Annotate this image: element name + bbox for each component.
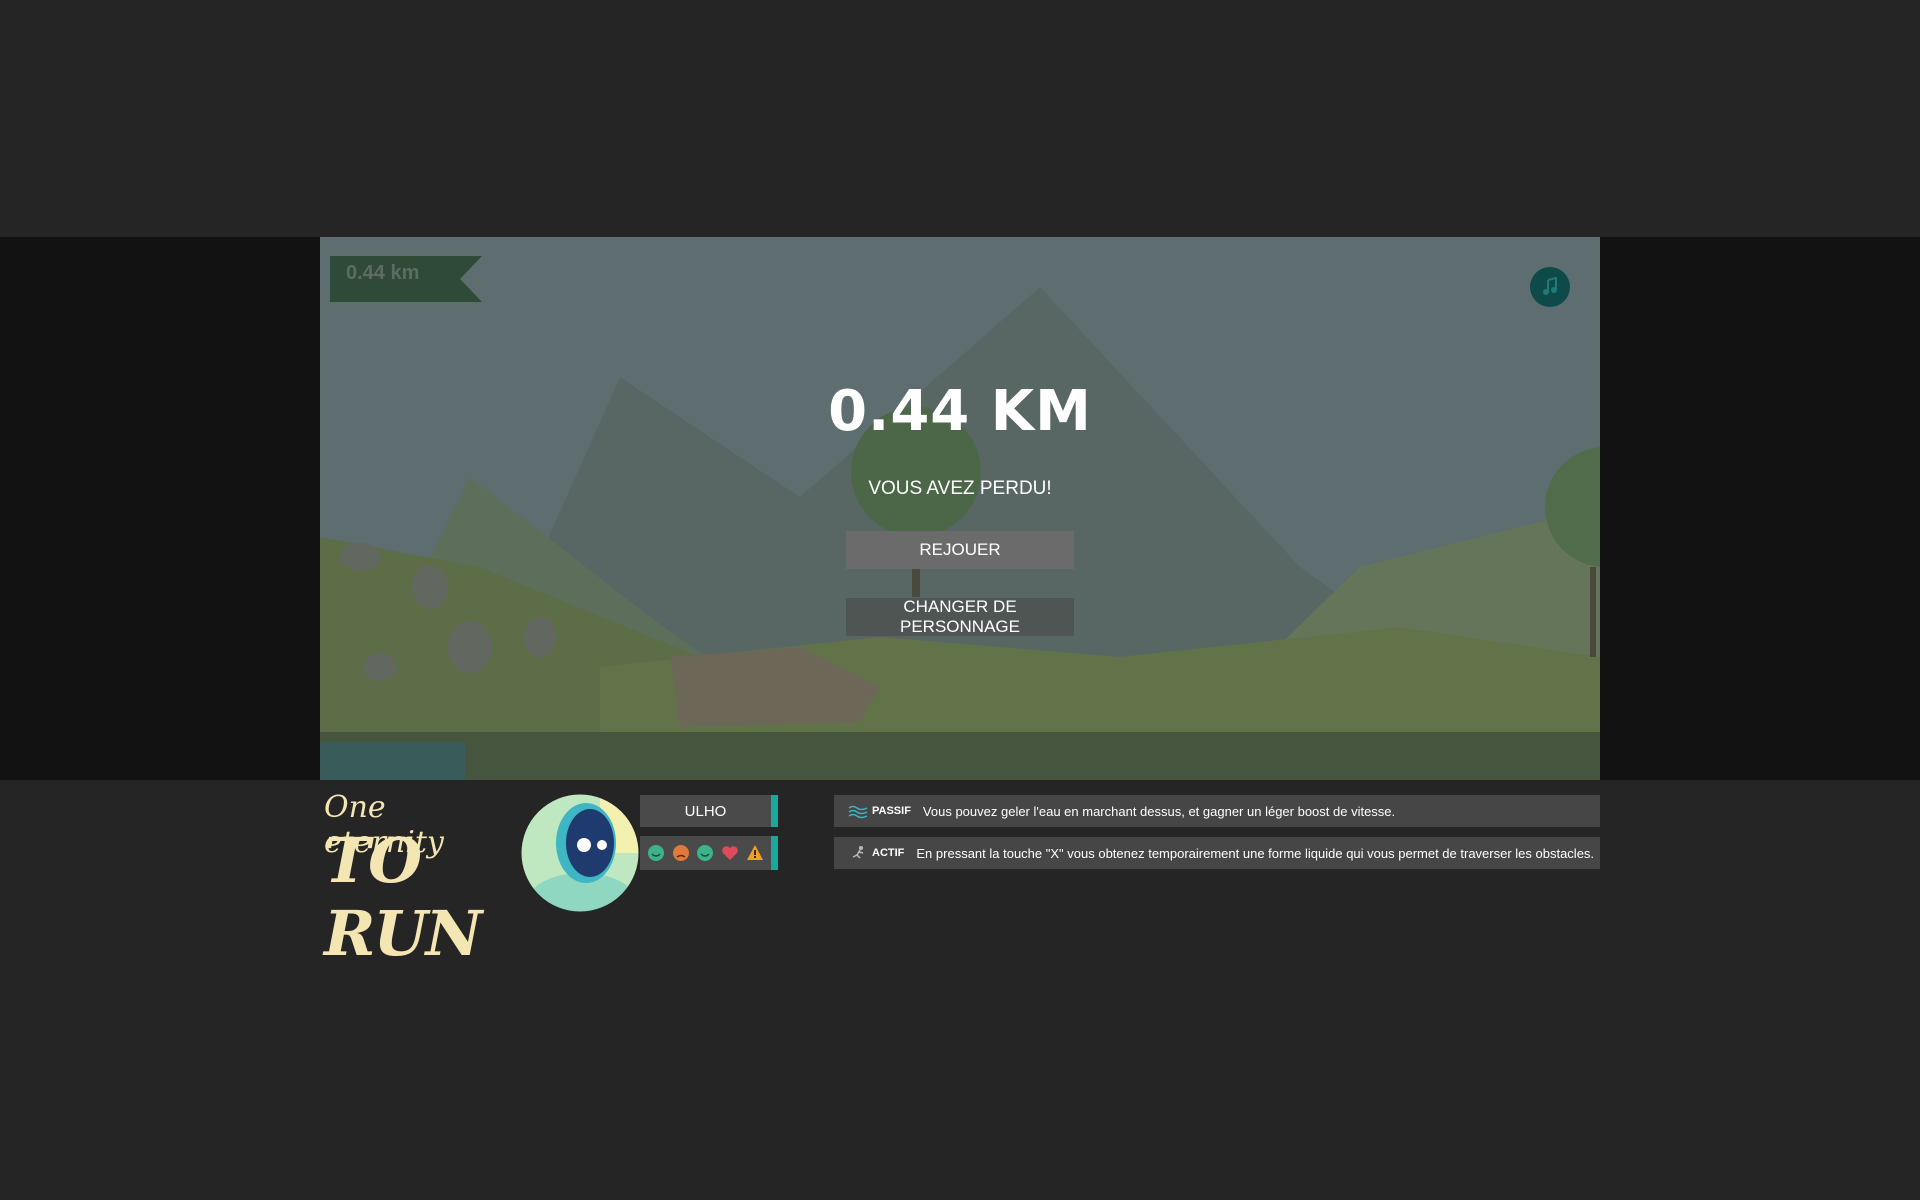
final-score: 0.44 KM [828,379,1092,444]
character-stats-accent [771,836,778,870]
game-over-message: VOUS AVEZ PERDU! [868,478,1052,499]
passive-tag: PASSIF [872,805,911,817]
character-stats [640,836,771,870]
water-waves-icon [848,805,868,819]
replay-button[interactable]: REJOUER [846,531,1074,569]
passive-description: Vous pouvez geler l'eau en marchant dess… [922,803,1396,819]
active-description: En pressant la touche "X" vous obtenez t… [916,845,1595,861]
happy-face-icon [697,845,714,861]
running-figure-icon [852,846,864,859]
character-name: ULHO [640,795,771,827]
heart-icon [722,846,739,860]
happy-face-icon [647,845,664,861]
character-avatar [520,793,640,913]
angry-face-icon [672,845,689,861]
character-name-accent [771,795,778,827]
warning-icon [747,845,764,860]
change-character-button[interactable]: CHANGER DE PERSONNAGE [846,597,1074,636]
active-ability: ACTIF En pressant la touche "X" vous obt… [834,837,1600,869]
game-canvas[interactable]: 0.44 km 0.44 KM VOUS AVEZ PERDU! REJOUER… [320,237,1600,780]
game-logo: One eternity TO RUN [322,790,492,970]
logo-line-2: TO RUN [324,824,482,970]
passive-ability: PASSIF Vous pouvez geler l'eau en marcha… [834,795,1600,827]
game-over-panel: 0.44 KM VOUS AVEZ PERDU! REJOUER CHANGER… [320,237,1600,780]
active-tag: ACTIF [872,847,905,859]
